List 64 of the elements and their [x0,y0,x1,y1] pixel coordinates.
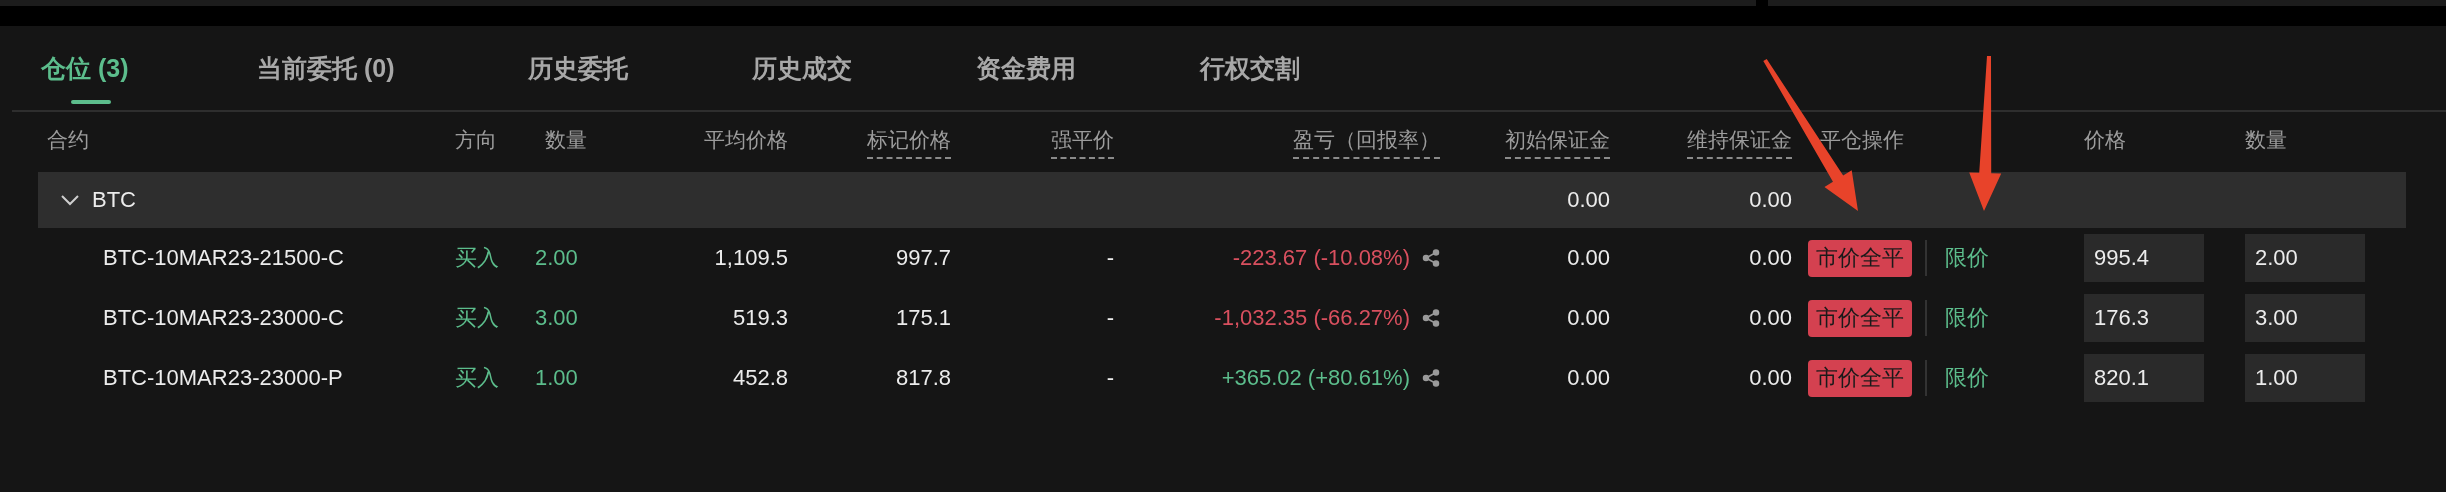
tab[interactable]: 资金费用 [976,48,1200,88]
market-close-button[interactable]: 市价全平 [1808,359,1912,397]
mark-price: 817.8 [895,365,951,391]
maintenance-margin: 0.00 [1749,305,1792,331]
tab[interactable]: 历史成交 [752,48,976,88]
contract-name: BTC-10MAR23-23000-C [103,305,344,331]
mark-price: 997.7 [895,245,951,271]
mark-price: 175.1 [895,305,951,331]
tab[interactable]: 仓位 (3) [41,48,257,88]
column-header: 方向 [455,126,497,153]
average-price: 452.8 [732,365,788,391]
average-price: 519.3 [732,305,788,331]
liquidation-price: - [1106,305,1114,331]
column-header: 强平价 [1051,125,1114,159]
market-close-button[interactable]: 市价全平 [1808,239,1912,277]
maintenance-margin: 0.00 [1749,245,1792,271]
initial-margin: 0.00 [1567,245,1610,271]
quantity-value: 3.00 [535,305,578,331]
column-header: 初始保证金 [1505,125,1610,159]
price-field[interactable]: 995.4 [2084,234,2204,282]
column-header: 盈亏（回报率） [1293,125,1440,159]
quantity-field[interactable]: 1.00 [2245,354,2365,402]
initial-margin: 0.00 [1567,365,1610,391]
share-icon[interactable] [1422,249,1440,267]
limit-link[interactable]: 限价 [1945,243,1989,273]
price-field[interactable]: 176.3 [2084,294,2204,342]
maintenance-margin: 0.00 [1749,365,1792,391]
column-header: 合约 [47,126,89,153]
pnl-value: -223.67 (-10.08%) [1232,245,1410,271]
liquidation-price: - [1106,245,1114,271]
initial-margin: 0.00 [1567,305,1610,331]
quantity-value: 1.00 [535,365,578,391]
column-header: 价格 [2084,126,2126,153]
column-header: 平均价格 [704,126,788,153]
limit-link[interactable]: 限价 [1945,303,1989,333]
quantity-field[interactable]: 2.00 [2245,234,2365,282]
contract-name: BTC-10MAR23-23000-P [103,365,343,391]
group-toggle[interactable]: BTC [38,187,136,213]
column-header: 平仓操作 [1820,126,1904,153]
price-field[interactable]: 820.1 [2084,354,2204,402]
side-label: 买入 [455,364,499,392]
column-header: 标记价格 [867,125,951,159]
limit-link[interactable]: 限价 [1945,363,1989,393]
pnl-value: -1,032.35 (-66.27%) [1214,305,1410,331]
group-initial-margin: 0.00 [1567,187,1610,213]
column-header: 维持保证金 [1687,125,1792,159]
quantity-value: 2.00 [535,245,578,271]
liquidation-price: - [1106,365,1114,391]
quantity-field[interactable]: 3.00 [2245,294,2365,342]
market-close-button[interactable]: 市价全平 [1808,299,1912,337]
column-header: 数量 [2245,126,2287,153]
contract-name: BTC-10MAR23-21500-C [103,245,344,271]
tab[interactable]: 历史委托 [528,48,752,88]
side-label: 买入 [455,244,499,272]
share-icon[interactable] [1422,309,1440,327]
average-price: 1,109.5 [714,245,788,271]
column-header: 数量 [545,126,587,153]
side-label: 买入 [455,304,499,332]
pnl-value: +365.02 (+80.61%) [1221,365,1410,391]
active-tab-underline [71,100,111,104]
tab[interactable]: 行权交割 [1200,48,1424,88]
group-maintenance-margin: 0.00 [1749,187,1792,213]
tab[interactable]: 当前委托 (0) [257,48,528,88]
share-icon[interactable] [1422,369,1440,387]
